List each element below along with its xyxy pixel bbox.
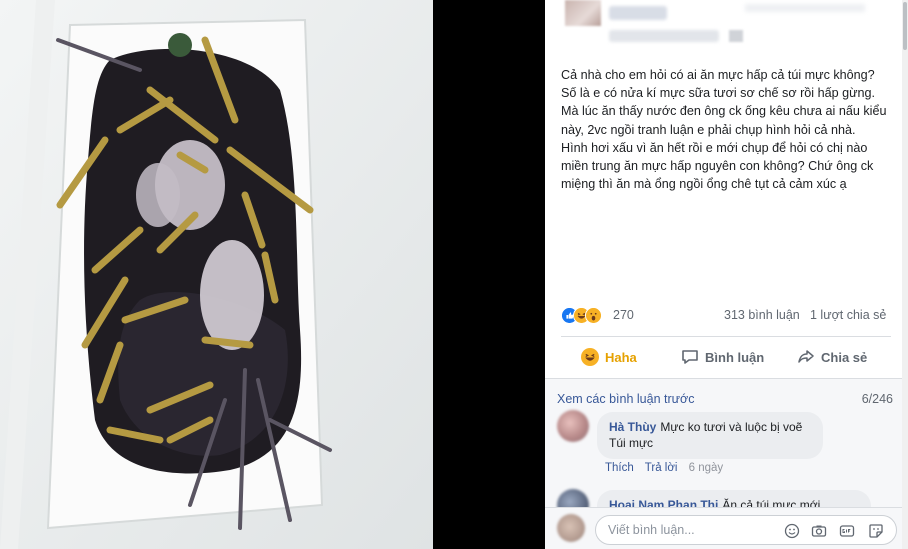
share-icon: [798, 350, 814, 363]
action-bar: Haha Bình luận Chia sẻ: [561, 336, 891, 376]
comments-section: Xem các bình luận trước 6/246 Hà Thùy Mực…: [545, 378, 908, 549]
photo-viewer: [0, 0, 545, 549]
comment-bubble: Hà Thùy Mực ko tươi và luộc bị voẽ Túi mự…: [597, 412, 823, 459]
scrollbar[interactable]: [902, 0, 908, 549]
reaction-count[interactable]: 270: [613, 308, 634, 322]
comment-time[interactable]: 6 ngày: [689, 462, 724, 474]
author-avatar[interactable]: [565, 0, 601, 26]
haha-icon: [581, 348, 599, 366]
post-paragraph: Cả nhà cho em hỏi có ai ăn mực hấp cả tú…: [561, 68, 887, 137]
share-button[interactable]: Chia sẻ: [797, 346, 867, 368]
comment-placeholder: Viết bình luận...: [608, 523, 695, 537]
privacy-icon: [729, 30, 743, 42]
post-meta-blurred: [609, 30, 719, 42]
comment-count[interactable]: 313 bình luận: [724, 308, 800, 322]
comment-button[interactable]: Bình luận: [681, 346, 764, 368]
haha-button[interactable]: Haha: [581, 346, 637, 368]
emoji-icon[interactable]: [784, 523, 800, 539]
comment-input[interactable]: Viết bình luận...: [595, 515, 897, 545]
share-count[interactable]: 1 lượt chia sẻ: [810, 308, 886, 322]
view-previous-comments-link[interactable]: Xem các bình luận trước: [557, 392, 694, 406]
comment-pager: 6/246: [861, 392, 893, 406]
post-panel: Cả nhà cho em hỏi có ai ăn mực hấp cả tú…: [545, 0, 908, 549]
post-paragraph: Hình hơi xấu vì ăn hết rồi e mới chụp để…: [561, 140, 874, 192]
post-body: Cả nhà cho em hỏi có ai ăn mực hấp cả tú…: [561, 66, 891, 193]
haha-label: Haha: [605, 349, 637, 365]
reply-comment-link[interactable]: Trả lời: [645, 462, 678, 474]
post-stats: 270 313 bình luận 1 lượt chia sẻ: [561, 306, 891, 326]
avatar[interactable]: [557, 410, 589, 442]
post-photo[interactable]: [0, 0, 433, 549]
wow-icon: [585, 307, 602, 324]
sticker-icon[interactable]: [868, 523, 884, 539]
comment-composer: Viết bình luận...: [545, 507, 908, 549]
commenter-name[interactable]: Hà Thùy: [609, 420, 656, 434]
share-label: Chia sẻ: [821, 349, 868, 365]
blurred-header-text: [745, 4, 865, 12]
camera-icon[interactable]: [811, 523, 827, 539]
comment-icon: [682, 350, 698, 364]
squid-dish-image: [0, 0, 433, 549]
author-name-blurred[interactable]: [609, 6, 667, 20]
comment-label: Bình luận: [705, 349, 765, 365]
comment-actions: Thích Trả lời 6 ngày: [605, 462, 731, 474]
scroll-thumb[interactable]: [903, 2, 907, 50]
post-header: [545, 0, 908, 58]
like-comment-link[interactable]: Thích: [605, 462, 634, 474]
gif-icon[interactable]: [839, 523, 855, 539]
avatar: [557, 514, 585, 542]
